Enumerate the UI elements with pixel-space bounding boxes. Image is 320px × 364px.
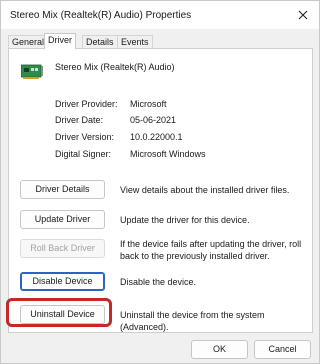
driver-provider-value: Microsoft (130, 99, 167, 109)
update-driver-button[interactable]: Update Driver (20, 210, 105, 229)
device-name: Stereo Mix (Realtek(R) Audio) (55, 62, 175, 72)
ok-button[interactable]: OK (191, 340, 248, 359)
disable-device-button[interactable]: Disable Device (20, 272, 105, 291)
driver-version-label: Driver Version: (55, 132, 115, 142)
update-driver-description: Update the driver for this device. (120, 215, 250, 225)
driver-details-button[interactable]: Driver Details (20, 180, 105, 199)
digital-signer-label: Digital Signer: (55, 149, 112, 159)
tab-driver[interactable]: Driver (44, 33, 76, 49)
uninstall-device-description: Uninstall the device from the system (Ad… (120, 310, 265, 332)
driver-date-value: 05-06-2021 (130, 115, 177, 125)
driver-tab-panel: Stereo Mix (Realtek(R) Audio) Driver Pro… (8, 48, 313, 333)
sound-card-icon (21, 64, 43, 79)
uninstall-highlight-outline (6, 298, 112, 327)
driver-details-description: View details about the installed driver … (120, 185, 290, 195)
driver-date-label: Driver Date: (55, 115, 104, 125)
properties-dialog: Stereo Mix (Realtek(R) Audio) Properties… (0, 0, 320, 364)
tab-details[interactable]: Details (82, 35, 118, 49)
tab-events[interactable]: Events (117, 35, 153, 49)
title-bar[interactable]: Stereo Mix (Realtek(R) Audio) Properties (1, 1, 319, 29)
disable-device-description: Disable the device. (120, 277, 197, 287)
driver-provider-label: Driver Provider: (55, 99, 118, 109)
tab-general[interactable]: General (8, 35, 49, 49)
window-title: Stereo Mix (Realtek(R) Audio) Properties (10, 10, 192, 21)
roll-back-driver-button[interactable]: Roll Back Driver (20, 239, 105, 258)
driver-version-value: 10.0.22000.1 (130, 132, 183, 142)
close-icon (298, 10, 308, 20)
digital-signer-value: Microsoft Windows (130, 149, 206, 159)
cancel-button[interactable]: Cancel (254, 340, 311, 359)
close-button[interactable] (293, 5, 313, 25)
roll-back-driver-description: If the device fails after updating the d… (120, 239, 302, 261)
